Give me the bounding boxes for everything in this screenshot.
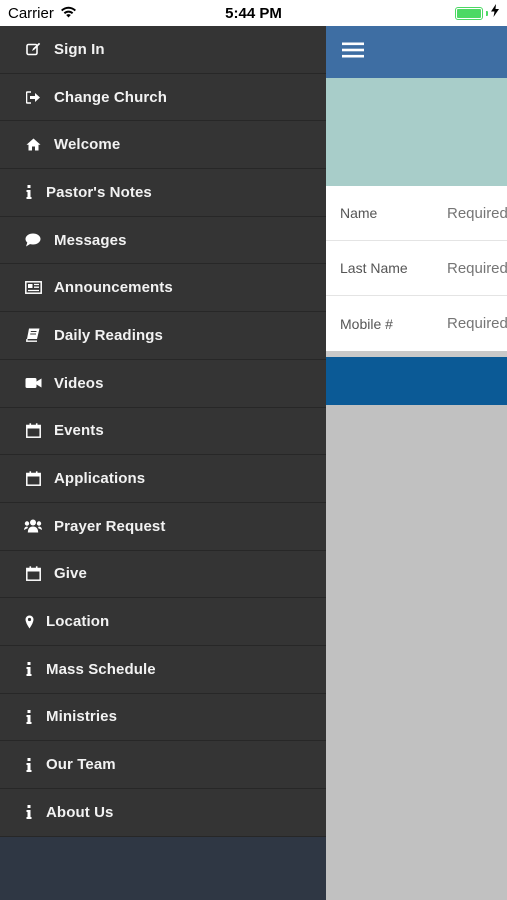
edit-icon <box>24 40 42 58</box>
carrier-label: Carrier <box>8 4 54 22</box>
menu-item-label: Change Church <box>54 88 167 106</box>
info-icon <box>24 660 34 678</box>
hamburger-menu-icon[interactable] <box>342 42 364 63</box>
home-icon <box>24 136 42 154</box>
menu-item-announcements[interactable]: Announcements <box>0 264 326 313</box>
menu-item-daily-readings[interactable]: Daily Readings <box>0 312 326 360</box>
name-input[interactable] <box>447 204 507 222</box>
menu-item-location[interactable]: Location <box>0 598 326 646</box>
menu-item-sign-in[interactable]: Sign In <box>0 26 326 74</box>
menu-item-label: Give <box>54 565 87 583</box>
last-name-input[interactable] <box>447 259 507 277</box>
menu-item-label: Messages <box>54 231 127 249</box>
last-name-label: Last Name <box>340 260 408 276</box>
wifi-icon <box>60 5 77 22</box>
comment-icon <box>24 231 42 249</box>
menu-item-label: Mass Schedule <box>46 660 156 678</box>
menu-item-give[interactable]: Give <box>0 550 326 599</box>
battery-tip <box>486 10 488 16</box>
info-icon <box>24 708 34 726</box>
calendar-icon <box>24 565 42 583</box>
charging-bolt-icon <box>491 4 499 22</box>
menu-item-label: Our Team <box>46 756 116 774</box>
mobile-label: Mobile # <box>340 315 393 332</box>
menu-item-label: Prayer Request <box>54 517 166 535</box>
menu-item-label: Videos <box>54 374 104 392</box>
status-left: Carrier <box>8 5 77 22</box>
menu-item-label: Location <box>46 613 110 631</box>
menu-item-mass-schedule[interactable]: Mass Schedule <box>0 645 326 694</box>
name-label: Name <box>340 205 378 221</box>
main-content: Name Last Name Mobile # <box>326 26 507 900</box>
menu-item-label: Events <box>54 422 104 440</box>
menu-item-events[interactable]: Events <box>0 407 326 456</box>
top-nav-bar <box>326 26 507 78</box>
menu-item-applications[interactable]: Applications <box>0 455 326 503</box>
mobile-input[interactable] <box>447 315 507 332</box>
newspaper-icon <box>24 279 42 297</box>
menu-item-label: Pastor's Notes <box>46 183 152 201</box>
side-drawer: Sign In Change Church Welcome Pastor's N… <box>0 26 326 900</box>
menu-item-pastors-notes[interactable]: Pastor's Notes <box>0 169 326 217</box>
drawer-menu: Sign In Change Church Welcome Pastor's N… <box>0 26 326 837</box>
battery-level <box>457 8 481 18</box>
form-row-last-name: Last Name <box>326 241 507 296</box>
map-marker-icon <box>24 613 34 631</box>
info-icon <box>24 183 34 201</box>
menu-item-label: Daily Readings <box>54 326 163 344</box>
menu-item-label: Announcements <box>54 279 173 297</box>
menu-item-ministries[interactable]: Ministries <box>0 693 326 742</box>
calendar-icon <box>24 470 42 488</box>
form-row-name: Name <box>326 186 507 241</box>
info-icon <box>24 803 34 821</box>
submit-button[interactable] <box>326 357 507 405</box>
menu-item-messages[interactable]: Messages <box>0 216 326 265</box>
video-camera-icon <box>24 374 42 392</box>
menu-item-welcome[interactable]: Welcome <box>0 121 326 170</box>
book-icon <box>24 326 42 344</box>
form-row-mobile: Mobile # <box>326 296 507 351</box>
menu-item-label: Ministries <box>46 708 118 726</box>
menu-item-change-church[interactable]: Change Church <box>0 73 326 122</box>
signup-form: Name Last Name Mobile # <box>326 186 507 351</box>
info-icon <box>24 756 34 774</box>
menu-item-about-us[interactable]: About Us <box>0 789 326 837</box>
users-icon <box>24 517 42 535</box>
status-bar: Carrier 5:44 PM <box>0 0 507 26</box>
status-right <box>455 4 499 22</box>
menu-item-videos[interactable]: Videos <box>0 359 326 408</box>
menu-item-label: Welcome <box>54 136 121 154</box>
calendar-icon <box>24 422 42 440</box>
menu-item-label: Applications <box>54 470 146 488</box>
battery-icon <box>455 6 483 20</box>
sign-out-icon <box>24 88 42 106</box>
hero-banner-image <box>326 78 507 186</box>
menu-item-label: Sign In <box>54 40 105 58</box>
menu-item-our-team[interactable]: Our Team <box>0 741 326 789</box>
menu-item-label: About Us <box>46 803 114 821</box>
menu-item-prayer-request[interactable]: Prayer Request <box>0 502 326 551</box>
